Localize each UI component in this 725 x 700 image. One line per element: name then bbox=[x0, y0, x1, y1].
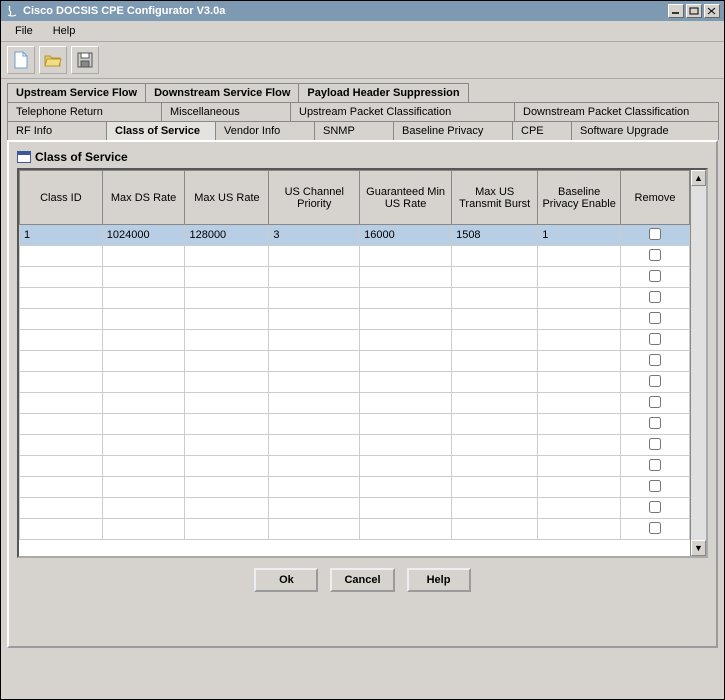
tab-upstream-packet-classification[interactable]: Upstream Packet Classification bbox=[290, 102, 515, 121]
remove-checkbox[interactable] bbox=[649, 291, 661, 303]
table-row[interactable] bbox=[20, 456, 690, 477]
new-button[interactable] bbox=[7, 46, 35, 74]
tab-class-of-service[interactable]: Class of Service bbox=[106, 121, 216, 140]
col-max-ds-rate[interactable]: Max DS Rate bbox=[102, 171, 185, 225]
minimize-button[interactable] bbox=[668, 4, 684, 18]
cell-baseline-privacy-enable[interactable]: 1 bbox=[538, 225, 621, 246]
ok-button[interactable]: Ok bbox=[254, 568, 318, 592]
tab-upstream-service-flow[interactable]: Upstream Service Flow bbox=[7, 83, 146, 102]
tab-telephone-return[interactable]: Telephone Return bbox=[7, 102, 162, 121]
table-row[interactable] bbox=[20, 498, 690, 519]
col-guaranteed-min-us-rate[interactable]: Guaranteed Min US Rate bbox=[360, 171, 452, 225]
col-baseline-privacy-enable[interactable]: Baseline Privacy Enable bbox=[538, 171, 621, 225]
remove-checkbox[interactable] bbox=[649, 522, 661, 534]
table-header-row: Class ID Max DS Rate Max US Rate US Chan… bbox=[20, 171, 690, 225]
remove-checkbox[interactable] bbox=[649, 480, 661, 492]
titlebar: Cisco DOCSIS CPE Configurator V3.0a bbox=[1, 1, 724, 21]
close-button[interactable] bbox=[704, 4, 720, 18]
client-area: Upstream Service Flow Downstream Service… bbox=[1, 79, 724, 654]
toolbar bbox=[1, 42, 724, 79]
table-row[interactable] bbox=[20, 435, 690, 456]
col-max-us-transmit-burst[interactable]: Max US Transmit Burst bbox=[452, 171, 538, 225]
table-row[interactable] bbox=[20, 477, 690, 498]
panel-title-text: Class of Service bbox=[35, 150, 128, 164]
table-row[interactable] bbox=[20, 414, 690, 435]
floppy-disk-icon bbox=[77, 52, 93, 68]
scroll-up-button[interactable]: ▲ bbox=[691, 170, 706, 186]
remove-checkbox[interactable] bbox=[649, 312, 661, 324]
tab-software-upgrade[interactable]: Software Upgrade bbox=[571, 121, 719, 140]
tab-payload-header-suppression[interactable]: Payload Header Suppression bbox=[298, 83, 468, 102]
menu-file[interactable]: File bbox=[7, 23, 41, 39]
table-row[interactable] bbox=[20, 246, 690, 267]
cell-max-us-rate[interactable]: 128000 bbox=[185, 225, 269, 246]
tab-downstream-service-flow[interactable]: Downstream Service Flow bbox=[145, 83, 299, 102]
table-row[interactable] bbox=[20, 372, 690, 393]
tab-snmp[interactable]: SNMP bbox=[314, 121, 394, 140]
help-button[interactable]: Help bbox=[407, 568, 471, 592]
button-row: Ok Cancel Help bbox=[17, 558, 708, 602]
cell-remove[interactable] bbox=[621, 225, 690, 246]
remove-checkbox[interactable] bbox=[649, 438, 661, 450]
tab-baseline-privacy[interactable]: Baseline Privacy bbox=[393, 121, 513, 140]
class-of-service-panel: Class of Service Class ID Max DS Rate Ma… bbox=[7, 140, 718, 648]
java-icon bbox=[5, 4, 19, 18]
remove-checkbox[interactable] bbox=[649, 501, 661, 513]
tab-downstream-packet-classification[interactable]: Downstream Packet Classification bbox=[514, 102, 719, 121]
vertical-scrollbar[interactable]: ▲ ▼ bbox=[690, 170, 706, 556]
remove-checkbox[interactable] bbox=[649, 270, 661, 282]
table-container: Class ID Max DS Rate Max US Rate US Chan… bbox=[17, 168, 708, 558]
table-row[interactable] bbox=[20, 393, 690, 414]
tab-row-3: RF Info Class of Service Vendor Info SNM… bbox=[7, 121, 718, 140]
app-window: Cisco DOCSIS CPE Configurator V3.0a File… bbox=[0, 0, 725, 700]
window-icon bbox=[17, 151, 31, 163]
maximize-button[interactable] bbox=[686, 4, 702, 18]
cell-class-id[interactable]: 1 bbox=[20, 225, 103, 246]
window-controls bbox=[668, 4, 720, 18]
cell-max-us-transmit-burst[interactable]: 1508 bbox=[452, 225, 538, 246]
cancel-button[interactable]: Cancel bbox=[330, 568, 394, 592]
tab-row-2: Telephone Return Miscellaneous Upstream … bbox=[7, 102, 718, 121]
table-row[interactable] bbox=[20, 309, 690, 330]
col-remove[interactable]: Remove bbox=[621, 171, 690, 225]
table-row[interactable] bbox=[20, 351, 690, 372]
save-button[interactable] bbox=[71, 46, 99, 74]
remove-checkbox[interactable] bbox=[649, 375, 661, 387]
window-title: Cisco DOCSIS CPE Configurator V3.0a bbox=[23, 5, 225, 17]
remove-checkbox[interactable] bbox=[649, 249, 661, 261]
cell-guaranteed-min-us-rate[interactable]: 16000 bbox=[360, 225, 452, 246]
col-us-channel-priority[interactable]: US Channel Priority bbox=[269, 171, 360, 225]
cell-us-channel-priority[interactable]: 3 bbox=[269, 225, 360, 246]
tab-cpe[interactable]: CPE bbox=[512, 121, 572, 140]
new-file-icon bbox=[13, 51, 29, 69]
menu-help[interactable]: Help bbox=[45, 23, 84, 39]
table-row[interactable]: 1 1024000 128000 3 16000 1508 1 bbox=[20, 225, 690, 246]
scroll-down-button[interactable]: ▼ bbox=[691, 540, 706, 556]
tab-row-1: Upstream Service Flow Downstream Service… bbox=[7, 83, 718, 102]
folder-open-icon bbox=[44, 53, 62, 67]
scroll-track[interactable] bbox=[691, 186, 706, 540]
table-row[interactable] bbox=[20, 330, 690, 351]
remove-checkbox[interactable] bbox=[649, 396, 661, 408]
tab-vendor-info[interactable]: Vendor Info bbox=[215, 121, 315, 140]
table-row[interactable] bbox=[20, 267, 690, 288]
tab-miscellaneous[interactable]: Miscellaneous bbox=[161, 102, 291, 121]
class-of-service-table: Class ID Max DS Rate Max US Rate US Chan… bbox=[19, 170, 690, 540]
table-row[interactable] bbox=[20, 519, 690, 540]
remove-checkbox[interactable] bbox=[649, 459, 661, 471]
remove-checkbox[interactable] bbox=[649, 333, 661, 345]
menubar: File Help bbox=[1, 21, 724, 42]
remove-checkbox[interactable] bbox=[649, 354, 661, 366]
open-button[interactable] bbox=[39, 46, 67, 74]
table-row[interactable] bbox=[20, 288, 690, 309]
panel-title: Class of Service bbox=[17, 150, 708, 168]
cell-max-ds-rate[interactable]: 1024000 bbox=[102, 225, 185, 246]
col-class-id[interactable]: Class ID bbox=[20, 171, 103, 225]
remove-checkbox[interactable] bbox=[649, 417, 661, 429]
col-max-us-rate[interactable]: Max US Rate bbox=[185, 171, 269, 225]
remove-checkbox[interactable] bbox=[649, 228, 661, 240]
tab-rf-info[interactable]: RF Info bbox=[7, 121, 107, 140]
